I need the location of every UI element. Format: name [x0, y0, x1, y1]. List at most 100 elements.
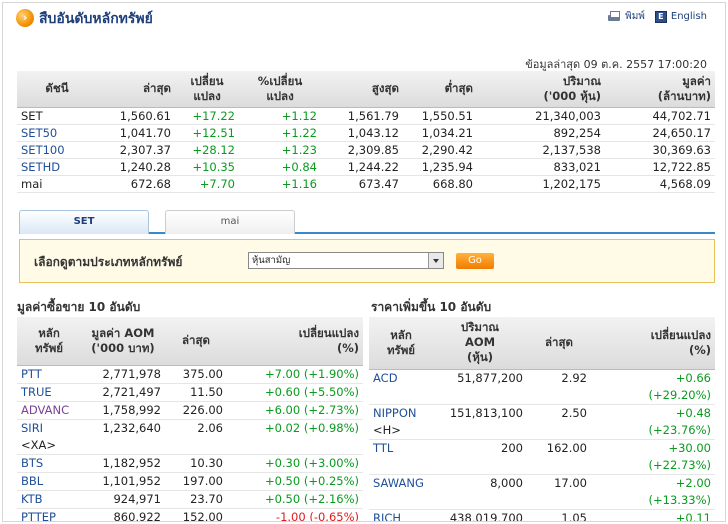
index-low: 2,290.42 — [403, 141, 477, 159]
index-table-header: ดัชนี ล่าสุด เปลี่ยน แปลง %เปลี่ยน แปลง สูงสุด… — [17, 71, 715, 108]
index-name[interactable]: SET50 — [17, 124, 97, 142]
table-row[interactable]: SIRI <XA> 1,232,640 2.06 +0.02 (+0.98%) — [17, 419, 363, 455]
english-flag-icon: E — [654, 10, 667, 23]
column-header: ปริมาณ AOM (หุ้น) — [433, 317, 527, 370]
go-button[interactable]: Go — [456, 253, 494, 269]
last-price: 226.00 — [165, 401, 227, 420]
aom-value: 860,922 — [81, 508, 165, 521]
last-price: 10.30 — [165, 454, 227, 473]
symbol-link[interactable]: ADVANC — [17, 401, 81, 420]
top-gainers-header: หลัก ทรัพย์ ปริมาณ AOM (หุ้น) ล่าสุด เปลี่ยนแป… — [369, 317, 715, 370]
table-row[interactable]: ADVANC 1,758,992 226.00 +6.00 (+2.73%) — [17, 401, 363, 420]
table-row[interactable]: BTS 1,182,952 10.30 +0.30 (+3.00%) — [17, 454, 363, 473]
symbol-link[interactable]: BBL — [17, 472, 81, 491]
table-row[interactable]: NIPPON <H> 151,813,100 2.50 +0.48 (+23.76%) — [369, 404, 715, 440]
index-volume: 1,202,175 — [477, 175, 605, 193]
index-table: ดัชนี ล่าสุด เปลี่ยน แปลง %เปลี่ยน แปลง สูงสุด… — [17, 71, 715, 193]
index-high: 673.47 — [321, 175, 403, 193]
index-last: 1,041.70 — [97, 124, 175, 142]
index-name[interactable]: SETHD — [17, 158, 97, 176]
index-high: 2,309.85 — [321, 141, 403, 159]
table-row[interactable]: ACD 51,877,200 2.92 +0.66 (+29.20%) — [369, 369, 715, 405]
market-tabs: SET mai — [19, 210, 715, 234]
aom-value: 1,101,952 — [81, 472, 165, 491]
index-volume: 892,254 — [477, 124, 605, 142]
price-change: +7.00 (+1.90%) — [227, 365, 363, 384]
top-bar: › สืบอันดับหลักทรัพย์ พิมพ์ E English — [3, 3, 725, 33]
index-change: +10.35 — [175, 158, 239, 176]
last-price: 152.00 — [165, 508, 227, 521]
index-low: 1,235.94 — [403, 158, 477, 176]
table-row[interactable]: TRUE 2,721,497 11.50 +0.60 (+5.50%) — [17, 383, 363, 402]
symbol-link[interactable]: TTL — [369, 439, 433, 475]
english-link[interactable]: E English — [654, 10, 707, 23]
security-type-select[interactable]: หุ้นสามัญ — [248, 252, 444, 269]
index-change: +28.12 — [175, 141, 239, 159]
symbol-link[interactable]: PTTEP — [17, 508, 81, 521]
top-value-table: หลัก ทรัพย์ มูลค่า AOM ('000 บาท) ล่าสุด เปลี… — [17, 317, 363, 521]
top-gainers-title: ราคาเพิ่มขึ้น 10 อันดับ — [371, 300, 492, 314]
select-value: หุ้นสามัญ — [252, 255, 291, 266]
index-low: 1,550.51 — [403, 107, 477, 125]
index-pct-change: +0.84 — [239, 158, 321, 176]
index-low: 1,034.21 — [403, 124, 477, 142]
index-volume: 833,021 — [477, 158, 605, 176]
index-pct-change: +1.22 — [239, 124, 321, 142]
last-price: 1.05 — [527, 509, 591, 521]
top-value-title: มูลค่าซื้อขาย 10 อันดับ — [17, 300, 141, 314]
index-last: 2,307.37 — [97, 141, 175, 159]
top-value-header: หลัก ทรัพย์ มูลค่า AOM ('000 บาท) ล่าสุด เปลี… — [17, 317, 363, 366]
table-row[interactable]: PTTEP 860,922 152.00 -1.00 (-0.65%) — [17, 508, 363, 521]
symbol-link[interactable]: RICH — [369, 509, 433, 521]
price-change: +0.48 (+23.76%) — [591, 404, 715, 440]
aom-volume: 8,000 — [433, 474, 527, 510]
aom-volume: 438,019,700 — [433, 509, 527, 521]
last-price: 375.00 — [165, 365, 227, 384]
symbol-link[interactable]: BTS — [17, 454, 81, 473]
print-link[interactable]: พิมพ์ — [607, 9, 645, 24]
aom-value: 1,758,992 — [81, 401, 165, 420]
column-header: ดัชนี — [17, 71, 97, 108]
symbol-link[interactable]: SAWANG — [369, 474, 433, 510]
symbol-link[interactable]: PTT — [17, 365, 81, 384]
symbol-link[interactable]: ACD — [369, 369, 433, 405]
symbol-link[interactable]: TRUE — [17, 383, 81, 402]
page-title: สืบอันดับหลักทรัพย์ — [39, 11, 153, 27]
index-name[interactable]: SET — [17, 107, 97, 125]
last-price: 11.50 — [165, 383, 227, 402]
table-row[interactable]: KTB 924,971 23.70 +0.50 (+2.16%) — [17, 490, 363, 509]
column-header: เปลี่ยนแปลง (%) — [227, 317, 363, 366]
page-frame: › สืบอันดับหลักทรัพย์ พิมพ์ E English ข้… — [2, 2, 726, 522]
index-row[interactable]: SET50 1,041.70 +12.51 +1.22 1,043.12 1,034.21… — [17, 124, 715, 142]
index-name[interactable]: SET100 — [17, 141, 97, 159]
index-value: 30,369.63 — [605, 141, 715, 159]
table-row[interactable]: PTT 2,771,978 375.00 +7.00 (+1.90%) — [17, 365, 363, 384]
index-row[interactable]: SET 1,560.61 +17.22 +1.12 1,561.79 1,550.51 21… — [17, 107, 715, 125]
last-price: 2.06 — [165, 419, 227, 455]
tab-mai[interactable]: mai — [165, 210, 295, 234]
table-row[interactable]: RICH 438,019,700 1.05 +0.11 — [369, 509, 715, 521]
symbol-flag: <XA> — [21, 437, 57, 452]
index-name[interactable]: mai — [17, 175, 97, 193]
table-row[interactable]: SAWANG 8,000 17.00 +2.00 (+13.33%) — [369, 474, 715, 510]
table-row[interactable]: TTL 200 162.00 +30.00 (+22.73%) — [369, 439, 715, 475]
index-row[interactable]: SET100 2,307.37 +28.12 +1.23 2,309.85 2,290.4… — [17, 141, 715, 159]
column-header: หลัก ทรัพย์ — [17, 317, 81, 366]
symbol-link[interactable]: NIPPON <H> — [369, 404, 433, 440]
table-row[interactable]: BBL 1,101,952 197.00 +0.50 (+0.25%) — [17, 472, 363, 491]
chevron-down-icon — [428, 253, 443, 268]
aom-volume: 200 — [433, 439, 527, 475]
index-pct-change: +1.23 — [239, 141, 321, 159]
index-change: +7.70 — [175, 175, 239, 193]
column-header: มูลค่า (ล้านบาท) — [605, 71, 715, 108]
english-label: English — [670, 11, 707, 22]
symbol-link[interactable]: SIRI <XA> — [17, 419, 81, 455]
printer-icon — [607, 10, 621, 23]
symbol-link[interactable]: KTB — [17, 490, 81, 509]
aom-value: 2,721,497 — [81, 383, 165, 402]
index-high: 1,244.22 — [321, 158, 403, 176]
tab-set[interactable]: SET — [19, 210, 149, 234]
index-row[interactable]: mai 672.68 +7.70 +1.16 673.47 668.80 1,202,175… — [17, 175, 715, 193]
index-row[interactable]: SETHD 1,240.28 +10.35 +0.84 1,244.22 1,235.94… — [17, 158, 715, 176]
filter-label: เลือกดูตามประเภทหลักทรัพย์ — [34, 255, 183, 269]
